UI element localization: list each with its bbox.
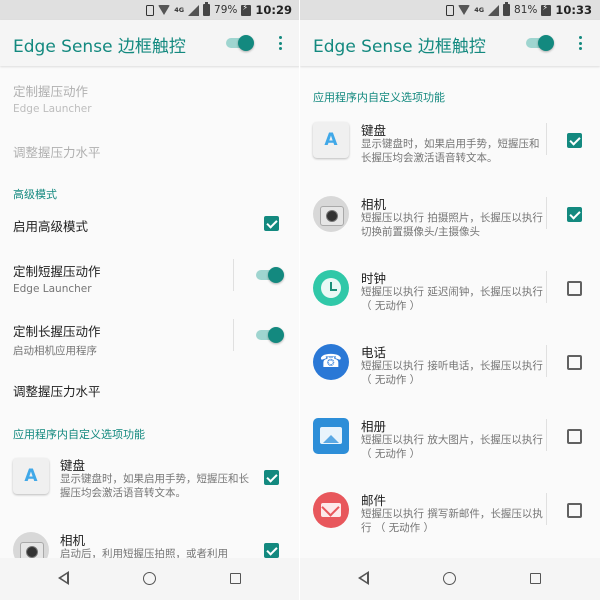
divider — [546, 197, 547, 229]
adjust-force-item: 调整握压力水平 — [13, 142, 101, 161]
divider — [546, 493, 547, 525]
camera-icon — [13, 532, 49, 558]
enable-advanced-item[interactable]: 启用高级模式 — [13, 216, 88, 235]
item-subtitle: Edge Launcher — [13, 103, 92, 115]
navigation-bar — [300, 558, 600, 600]
status-bar: 4G 79% 10:29 — [0, 0, 300, 20]
item-title: 定制长握压动作 — [13, 324, 101, 339]
gallery-checkbox[interactable] — [567, 429, 582, 444]
clock-time: 10:33 — [555, 3, 592, 17]
charging-icon — [241, 3, 252, 16]
more-options-icon[interactable] — [576, 36, 584, 52]
short-squeeze-toggle[interactable] — [254, 267, 284, 283]
divider — [546, 123, 547, 155]
battery-percent: 81% — [514, 4, 538, 16]
status-bar: 4G 81% 10:33 — [300, 0, 600, 20]
feature-desc-phone: 短握压以执行 接听电话，长握压以执行 （ 无动作 ） — [361, 360, 543, 386]
master-toggle[interactable] — [524, 35, 554, 51]
recents-icon[interactable] — [530, 573, 541, 584]
adjust-force-advanced-item[interactable]: 调整握压力水平 — [13, 381, 101, 400]
app-title: Edge Sense 边框触控 — [313, 37, 486, 57]
home-icon[interactable] — [443, 572, 456, 585]
back-icon[interactable] — [358, 571, 369, 585]
feature-desc-camera: 启动后，利用短握压拍照，或者利用 — [60, 548, 228, 558]
item-title: 定制短握压动作 — [13, 264, 101, 279]
camera-checkbox[interactable] — [264, 543, 279, 558]
keyboard-icon: A — [313, 122, 349, 158]
item-title: 定制握压动作 — [13, 84, 89, 99]
item-title: 启用高级模式 — [13, 219, 89, 234]
advanced-section-header: 高级模式 — [13, 188, 57, 201]
camera-icon — [313, 196, 349, 232]
feature-desc-clock: 短握压以执行 延迟闹钟，长握压以执行 （ 无动作 ） — [361, 286, 543, 312]
clock-icon — [313, 270, 349, 306]
left-screen: 4G 79% 10:29 Edge Sense 边框触控 定制握压动作 Edge… — [0, 0, 300, 600]
signal-icon — [488, 4, 500, 16]
keyboard-icon: A — [13, 458, 49, 494]
app-bar: Edge Sense 边框触控 — [300, 20, 600, 66]
clock-checkbox[interactable] — [567, 281, 582, 296]
feature-list: 应用程序内自定义选项功能 A 键盘 显示键盘时，如果启用手势，短握压和长握压均会… — [300, 66, 600, 558]
short-squeeze-item[interactable]: 定制短握压动作 Edge Launcher — [13, 261, 101, 295]
app-title: Edge Sense 边框触控 — [13, 37, 186, 57]
network-type: 4G — [474, 6, 485, 14]
customize-squeeze-item: 定制握压动作 Edge Launcher — [13, 81, 92, 115]
feature-desc-keyboard: 显示键盘时，如果启用手势，短握压和长握压均会激活语音转文本。 — [361, 138, 540, 164]
right-screen: 4G 81% 10:33 Edge Sense 边框触控 应用程序内自定义选项功… — [300, 0, 600, 600]
gallery-icon — [313, 418, 349, 454]
divider — [233, 259, 234, 291]
charging-icon — [541, 3, 552, 16]
battery-percent: 79% — [214, 4, 238, 16]
mail-checkbox[interactable] — [567, 503, 582, 518]
feature-desc-keyboard: 显示键盘时，如果启用手势，短握压和长握压均会激活语音转文本。 — [60, 473, 249, 499]
divider — [546, 271, 547, 303]
keyboard-checkbox[interactable] — [567, 133, 582, 148]
phone-checkbox[interactable] — [567, 355, 582, 370]
app-bar: Edge Sense 边框触控 — [0, 20, 300, 66]
feature-desc-gallery: 短握压以执行 放大图片，长握压以执行 （ 无动作 ） — [361, 434, 543, 460]
vibrate-icon — [446, 4, 455, 16]
divider — [546, 345, 547, 377]
mail-icon — [313, 492, 349, 528]
signal-icon — [188, 4, 200, 16]
item-subtitle: 启动相机应用程序 — [13, 345, 97, 357]
network-type: 4G — [174, 6, 185, 14]
inapp-section-header: 应用程序内自定义选项功能 — [13, 428, 145, 441]
feature-desc-mail: 短握压以执行 撰写新邮件，长握压以执行 （ 无动作 ） — [361, 508, 543, 534]
camera-checkbox[interactable] — [567, 207, 582, 222]
navigation-bar — [0, 558, 300, 600]
clock-time: 10:29 — [255, 3, 292, 17]
master-toggle[interactable] — [224, 35, 254, 51]
phone-icon: ☎ — [313, 344, 349, 380]
item-subtitle: Edge Launcher — [13, 283, 92, 295]
settings-list: 定制握压动作 Edge Launcher 调整握压力水平 高级模式 启用高级模式… — [0, 66, 300, 558]
keyboard-checkbox[interactable] — [264, 470, 279, 485]
divider — [546, 419, 547, 451]
battery-icon — [203, 2, 211, 16]
vibrate-icon — [146, 4, 155, 16]
back-icon[interactable] — [58, 571, 69, 585]
recents-icon[interactable] — [230, 573, 241, 584]
inapp-section-header: 应用程序内自定义选项功能 — [313, 91, 445, 104]
divider — [233, 319, 234, 351]
item-title: 调整握压力水平 — [13, 384, 101, 399]
feature-desc-camera: 短握压以执行 拍摄照片，长握压以执行 切换前置摄像头/主摄像头 — [361, 212, 543, 238]
home-icon[interactable] — [143, 572, 156, 585]
battery-icon — [503, 2, 511, 16]
more-options-icon[interactable] — [276, 36, 284, 52]
enable-advanced-checkbox[interactable] — [264, 216, 279, 231]
wifi-icon — [158, 5, 171, 15]
long-squeeze-item[interactable]: 定制长握压动作 启动相机应用程序 — [13, 321, 101, 358]
wifi-icon — [458, 5, 471, 15]
item-title: 调整握压力水平 — [13, 145, 101, 160]
long-squeeze-toggle[interactable] — [254, 327, 284, 343]
